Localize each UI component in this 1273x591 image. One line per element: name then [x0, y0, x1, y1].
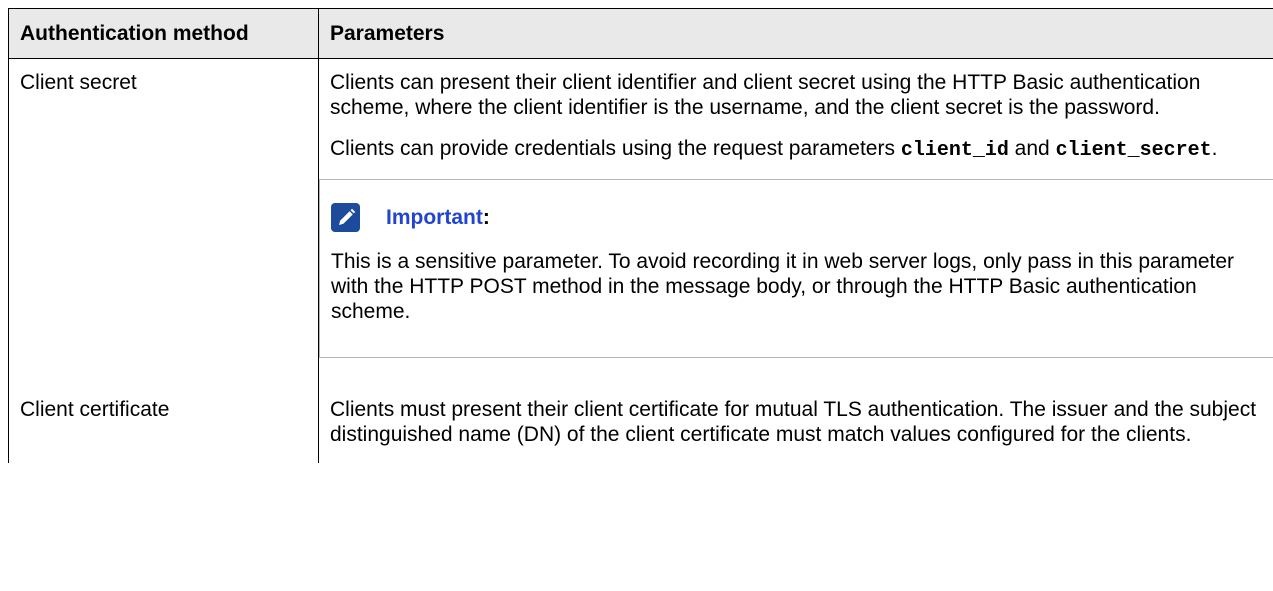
note-title: Important	[386, 206, 483, 229]
method-cell: Client secret	[8, 58, 319, 377]
text: .	[1211, 137, 1218, 160]
text: Clients can provide credentials using th…	[330, 137, 901, 160]
parameters-cell: Clients must present their client certif…	[318, 377, 1273, 463]
table-row: Client certificate Clients must present …	[8, 377, 1273, 463]
table-row: Client secret Clients can present their …	[8, 58, 1273, 377]
auth-methods-table: Authentication method Parameters Client …	[8, 8, 1273, 463]
pencil-note-icon	[331, 203, 360, 232]
text: and	[1008, 137, 1056, 160]
header-parameters: Parameters	[318, 8, 1273, 59]
paragraph: Clients can present their client identif…	[330, 71, 1201, 119]
paragraph: Clients must present their client certif…	[330, 398, 1257, 446]
document-page: Authentication method Parameters Client …	[8, 8, 1273, 463]
header-authentication-method: Authentication method	[8, 8, 319, 59]
note-colon: :	[482, 206, 490, 229]
code-client-id: client_id	[900, 139, 1009, 162]
table-header-row: Authentication method Parameters	[8, 8, 1273, 59]
method-cell: Client certificate	[8, 377, 319, 463]
important-note: Important: This is a sensitive parameter…	[319, 179, 1273, 358]
note-body: This is a sensitive parameter. To avoid …	[331, 250, 1235, 323]
code-client-secret: client_secret	[1055, 139, 1212, 162]
paragraph: Clients can provide credentials using th…	[330, 136, 1264, 163]
note-header: Important:	[331, 203, 1264, 232]
parameters-cell: Clients can present their client identif…	[318, 58, 1273, 377]
